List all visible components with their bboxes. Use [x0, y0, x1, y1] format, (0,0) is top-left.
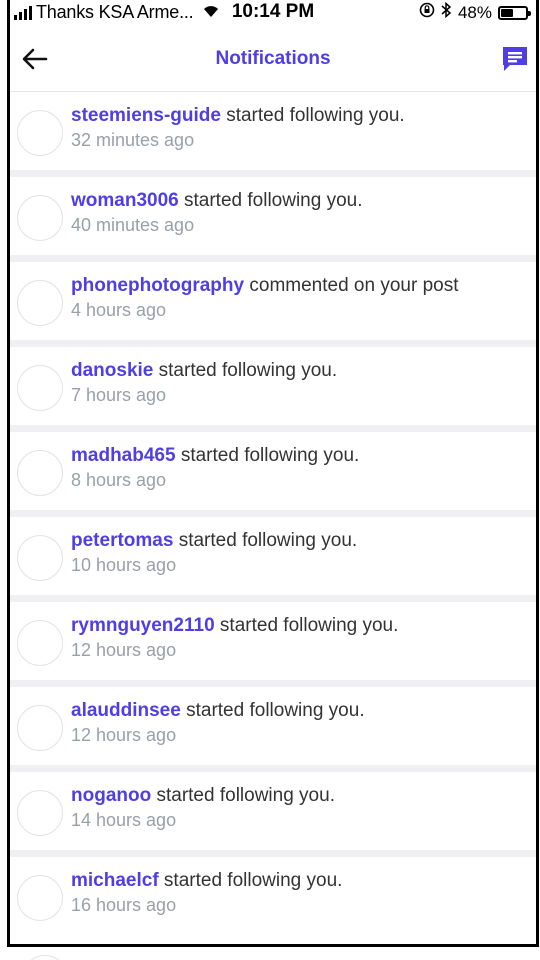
notification-item[interactable]: petertomas started following you. 10 hour…	[10, 517, 536, 595]
notification-time: 12 hours ago	[71, 725, 177, 745]
status-bar: Thanks KSA Arme... 10:14 PM 48%	[10, 0, 536, 26]
username-link[interactable]: rymnguyen2110	[71, 615, 215, 636]
username-link[interactable]: phonephotography	[71, 275, 244, 296]
avatar[interactable]	[17, 280, 63, 326]
notification-action: started following you.	[220, 105, 405, 126]
notification-action: started following you.	[173, 530, 358, 551]
notification-action: started following you.	[153, 360, 338, 381]
avatar[interactable]	[17, 790, 63, 836]
notification-time: 7 hours ago	[71, 385, 167, 405]
notification-action: started following you.	[180, 700, 365, 721]
notification-item[interactable]: alauddinsee started following you. 12 hou…	[10, 687, 536, 765]
notification-time: 32 minutes ago	[71, 130, 195, 150]
notification-item[interactable]: rymnguyen2110 started following you. 12 h…	[10, 602, 536, 680]
avatar[interactable]	[17, 450, 63, 496]
avatar[interactable]	[17, 195, 63, 241]
username-link[interactable]: alauddinsee	[71, 700, 181, 721]
notification-action: started following you.	[178, 190, 363, 211]
username-link[interactable]: steemiens-guide	[71, 105, 221, 126]
notification-item[interactable]: madhab465 started following you. 8 hours …	[10, 432, 536, 510]
notification-item[interactable]: steemiens-guide started following you. 32…	[10, 92, 536, 170]
avatar[interactable]	[17, 620, 63, 666]
notification-time: 10 hours ago	[71, 555, 177, 575]
status-right: 48%	[419, 1, 531, 23]
notification-time: 8 hours ago	[71, 470, 167, 490]
app-header: Notifications	[10, 26, 536, 92]
username-link[interactable]: danoskie	[71, 360, 153, 381]
rotation-lock-icon	[419, 2, 435, 23]
username-link[interactable]: woman3006	[71, 190, 179, 211]
avatar	[22, 955, 68, 960]
page-title: Notifications	[215, 47, 331, 69]
avatar[interactable]	[17, 875, 63, 921]
notification-time: 14 hours ago	[71, 810, 177, 830]
notification-action: started following you.	[175, 445, 360, 466]
back-button[interactable]	[20, 44, 50, 74]
avatar[interactable]	[17, 535, 63, 581]
username-link[interactable]: michaelcf	[71, 870, 159, 891]
arrow-left-icon	[22, 48, 48, 70]
avatar[interactable]	[17, 365, 63, 411]
phone-screen: Thanks KSA Arme... 10:14 PM 48% Notifica…	[7, 0, 539, 947]
notification-time: 12 hours ago	[71, 640, 177, 660]
avatar[interactable]	[17, 110, 63, 156]
notification-time: 4 hours ago	[71, 300, 167, 320]
notification-item[interactable]: woman3006 started following you. 40 minut…	[10, 177, 536, 255]
battery-percent: 48%	[457, 2, 492, 22]
username-link[interactable]: madhab465	[71, 445, 176, 466]
notification-action: started following you.	[158, 870, 343, 891]
notification-list: steemiens-guide started following you. 32…	[10, 92, 536, 935]
notification-time: 40 minutes ago	[71, 215, 195, 235]
username-link[interactable]: noganoo	[71, 785, 151, 806]
notification-item[interactable]: phonephotography commented on your post 4…	[10, 262, 536, 340]
notification-item[interactable]: danoskie started following you. 7 hours a…	[10, 347, 536, 425]
notification-item[interactable]: michaelcf started following you. 16 hours…	[10, 857, 536, 935]
message-icon	[503, 47, 527, 71]
battery-fill	[501, 8, 513, 17]
message-button[interactable]	[500, 44, 530, 74]
notification-action: commented on your post	[244, 275, 459, 296]
notification-action: started following you.	[151, 785, 335, 806]
bluetooth-icon	[441, 1, 452, 23]
battery-icon	[498, 5, 531, 20]
notification-item[interactable]: noganoo started following you. 14 hours a…	[10, 772, 536, 850]
username-link[interactable]: petertomas	[71, 530, 173, 551]
notification-action: started following you.	[214, 615, 399, 636]
avatar[interactable]	[17, 705, 63, 751]
notification-time: 16 hours ago	[71, 895, 177, 915]
